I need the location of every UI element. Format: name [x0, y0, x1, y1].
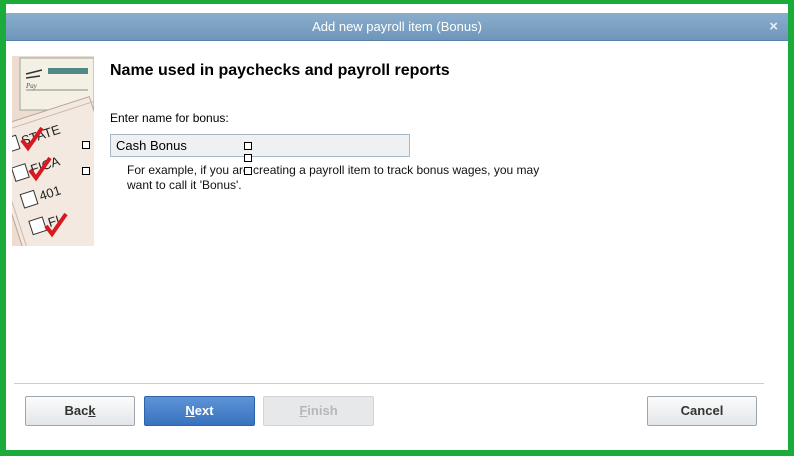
bonus-name-label: Enter name for bonus:: [110, 111, 229, 125]
resize-handle-left-top[interactable]: [82, 141, 90, 149]
example-hint-text: For example, if you are creating a payro…: [127, 163, 647, 193]
bonus-name-input[interactable]: [110, 134, 410, 157]
hint-line-1: For example, if you are creating a payro…: [127, 163, 540, 177]
resize-handle-bottom[interactable]: [244, 167, 252, 175]
resize-handle-center[interactable]: [244, 154, 252, 162]
next-mnemonic: N: [185, 403, 195, 418]
payroll-forms-illustration: Pay STATE FICA 401 FI: [12, 56, 94, 246]
footer-divider: [14, 383, 764, 385]
cancel-button[interactable]: Cancel: [647, 396, 757, 426]
next-button[interactable]: Next: [144, 396, 255, 426]
close-icon[interactable]: ×: [769, 18, 778, 35]
page-heading: Name used in paychecks and payroll repor…: [110, 62, 450, 79]
finish-button: Finish: [263, 396, 374, 426]
window-title: Add new payroll item (Bonus): [312, 19, 482, 34]
illustration-label-pay: Pay: [25, 82, 38, 90]
back-mnemonic: k: [88, 403, 96, 418]
hint-line-2: want to call it 'Bonus'.: [127, 178, 242, 192]
payroll-forms-icon: Pay STATE FICA 401 FI: [12, 56, 94, 246]
frame-accent-mark: [404, 0, 412, 4]
resize-handle-left-mid[interactable]: [82, 167, 90, 175]
title-bar: Add new payroll item (Bonus) ×: [6, 13, 788, 41]
back-button[interactable]: Back: [25, 396, 135, 426]
resize-handle-top[interactable]: [244, 142, 252, 150]
